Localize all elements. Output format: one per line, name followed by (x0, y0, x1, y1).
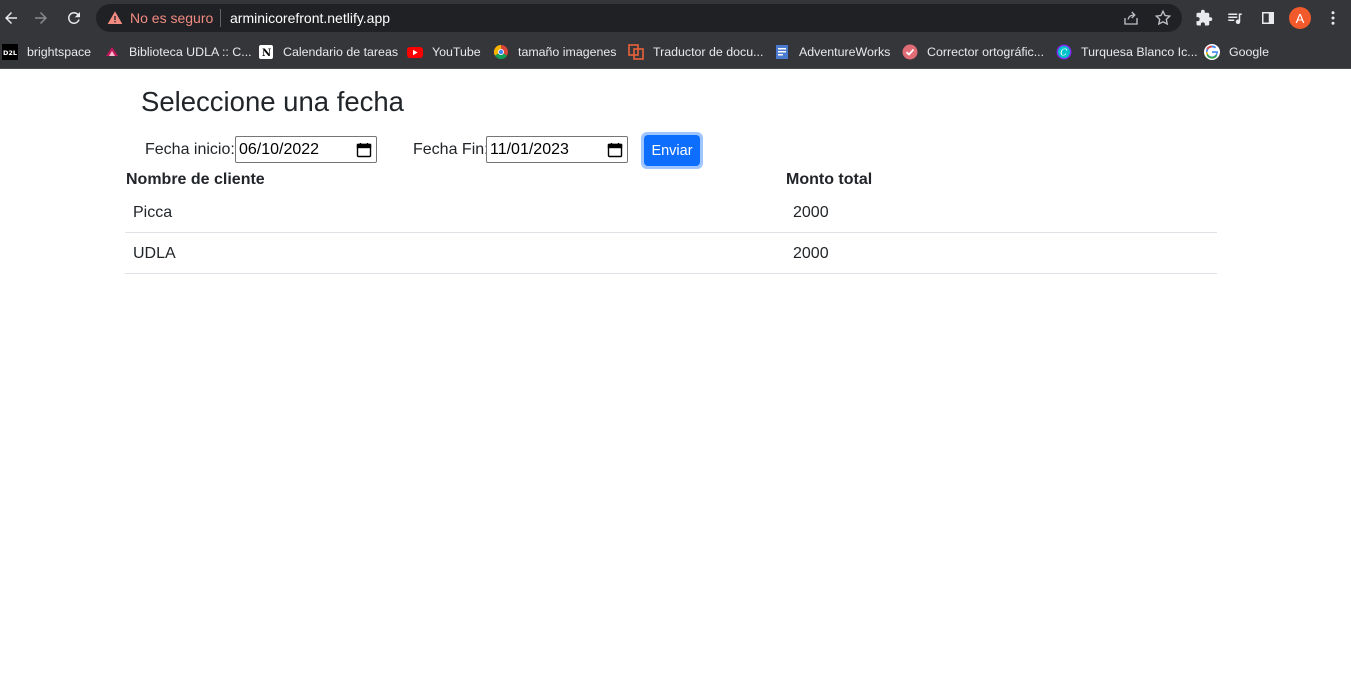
bookmark-turquesa[interactable]: C Turquesa Blanco Ic... (1056, 42, 1198, 62)
security-status[interactable]: No es seguro (130, 10, 213, 26)
translate-icon (628, 44, 644, 60)
bookmark-label: Biblioteca UDLA :: C... (129, 45, 252, 59)
bookmark-adventureworks[interactable]: AdventureWorks (774, 42, 890, 62)
end-date-value[interactable]: 11/01/2023 (490, 141, 569, 159)
bookmark-label: brightspace (27, 45, 92, 59)
column-header-client: Nombre de cliente (126, 171, 265, 188)
submit-button-label[interactable]: Enviar (644, 135, 700, 166)
svg-text:N: N (262, 48, 271, 59)
chrome-icon (493, 44, 509, 60)
column-header-amount: Monto total (786, 171, 873, 188)
bookmark-label: Corrector ortográfic... (927, 45, 1045, 59)
row-divider (125, 273, 1217, 274)
start-date-label: Fecha inicio: (145, 141, 235, 158)
bookmark-label: Calendario de tareas (283, 45, 399, 59)
star-icon[interactable] (1154, 9, 1172, 27)
warning-icon[interactable] (107, 10, 123, 26)
notion-icon: N (258, 44, 274, 60)
bookmark-corrector[interactable]: Corrector ortográfic... (902, 42, 1044, 62)
start-date-input[interactable]: 06/10/2022 (235, 136, 377, 163)
side-panel-icon[interactable] (1259, 9, 1277, 27)
udla-icon (104, 44, 120, 60)
calendar-icon[interactable] (356, 142, 372, 158)
canva-icon: C (1056, 44, 1072, 60)
google-icon (1204, 44, 1220, 60)
omnibox-divider (220, 9, 221, 27)
bookmark-biblioteca-udla[interactable]: Biblioteca UDLA :: C... (104, 42, 252, 62)
calendar-icon[interactable] (607, 142, 623, 158)
url-text[interactable]: arminicorefront.netlify.app (230, 10, 390, 26)
youtube-icon (407, 44, 423, 60)
bookmarks-bar: D2L brightspace Biblioteca UDLA :: C... … (0, 36, 1351, 69)
bookmark-youtube[interactable]: YouTube (407, 42, 481, 62)
forward-arrow-icon[interactable] (30, 7, 52, 29)
cell-amount: 2000 (793, 245, 829, 262)
cell-client-name: Picca (133, 204, 173, 221)
reload-icon[interactable] (63, 7, 85, 29)
bookmark-label: YouTube (432, 45, 481, 59)
media-queue-icon[interactable] (1226, 9, 1244, 27)
svg-text:C: C (1060, 49, 1067, 59)
address-bar[interactable]: No es seguro arminicorefront.netlify.app (96, 4, 1182, 32)
back-arrow-icon[interactable] (0, 7, 22, 29)
bookmark-traductor[interactable]: Traductor de docu... (628, 42, 763, 62)
bookmark-calendario[interactable]: N Calendario de tareas (258, 42, 398, 62)
cell-amount: 2000 (793, 204, 829, 221)
bookmark-label: AdventureWorks (799, 45, 891, 59)
cell-client-name: UDLA (133, 245, 176, 262)
submit-button[interactable]: Enviar (641, 132, 703, 169)
check-icon (902, 44, 918, 60)
kebab-menu-icon[interactable] (1324, 9, 1342, 27)
puzzle-icon[interactable] (1195, 9, 1213, 27)
bookmark-label: tamaño imagenes (518, 45, 617, 59)
browser-toolbar: No es seguro arminicorefront.netlify.app… (0, 0, 1351, 36)
bookmark-label: Traductor de docu... (653, 45, 764, 59)
end-date-input[interactable]: 11/01/2023 (486, 136, 628, 163)
end-date-label: Fecha Fin: (413, 141, 489, 158)
bookmark-tamano-imagenes[interactable]: tamaño imagenes (493, 42, 617, 62)
row-divider (125, 232, 1217, 233)
bookmark-google[interactable]: Google (1204, 42, 1269, 62)
page-title: Seleccione una fecha (141, 86, 404, 117)
svg-text:D2L: D2L (3, 49, 17, 57)
bookmark-label: Google (1229, 45, 1269, 59)
bookmark-brightspace[interactable]: D2L brightspace (2, 42, 91, 62)
d2l-icon: D2L (2, 44, 18, 60)
document-icon (774, 44, 790, 60)
start-date-value[interactable]: 06/10/2022 (239, 141, 319, 159)
bookmark-label: Turquesa Blanco Ic... (1081, 45, 1198, 59)
profile-avatar[interactable]: A (1289, 7, 1311, 29)
share-icon[interactable] (1122, 9, 1140, 27)
